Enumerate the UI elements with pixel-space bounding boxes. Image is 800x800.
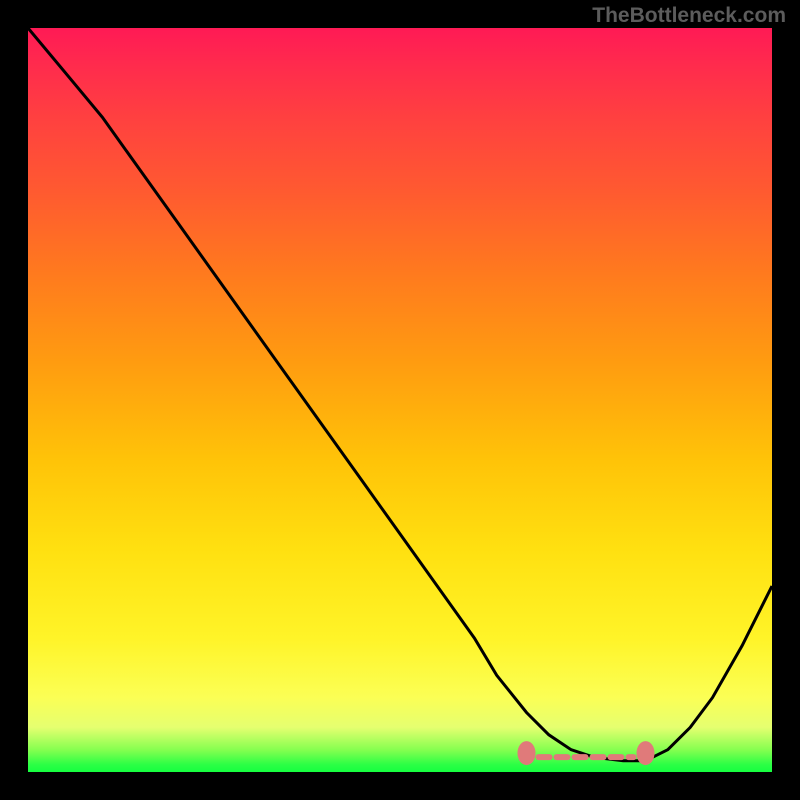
- chart-overlay: [28, 28, 772, 772]
- watermark-text: TheBottleneck.com: [592, 4, 786, 28]
- bottleneck-curve: [28, 28, 772, 761]
- chart-plot-area: [28, 28, 772, 772]
